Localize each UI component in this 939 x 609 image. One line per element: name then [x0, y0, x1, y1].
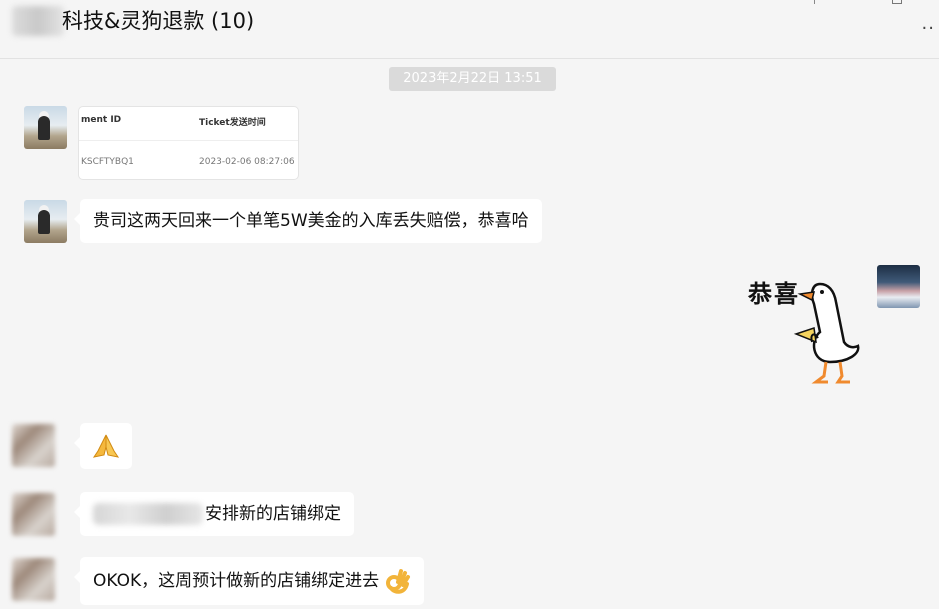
- more-options-icon[interactable]: ··: [922, 18, 935, 39]
- table-header-time: Ticket发送时间: [199, 115, 266, 128]
- avatar[interactable]: [24, 106, 67, 149]
- message-bubble[interactable]: 安排新的店铺绑定: [80, 492, 354, 536]
- blurred-group-prefix: [12, 6, 64, 36]
- avatar[interactable]: [12, 424, 55, 467]
- window-control-mark: [814, 0, 815, 4]
- my-avatar[interactable]: [877, 265, 920, 308]
- avatar[interactable]: [12, 493, 55, 536]
- avatar[interactable]: [24, 200, 67, 243]
- avatar[interactable]: [12, 558, 55, 601]
- message-bubble[interactable]: 贵司这两天回来一个单笔5W美金的入库丢失赔偿，恭喜哈: [80, 199, 542, 243]
- message-text: 贵司这两天回来一个单笔5W美金的入库丢失赔偿，恭喜哈: [93, 211, 529, 231]
- sticker-caption: 恭喜: [748, 274, 800, 309]
- image-message[interactable]: ment ID Ticket发送时间 KSCFTYBQ1 2023-02-06 …: [78, 106, 299, 180]
- table-header-id: ment ID: [81, 115, 121, 125]
- praying-hands-icon: [92, 433, 120, 459]
- chat-title[interactable]: 科技&灵狗退款 (10): [62, 6, 254, 36]
- goose-sticker-icon[interactable]: 恭喜: [740, 262, 870, 392]
- minimize-icon[interactable]: [892, 0, 902, 4]
- message-text: OKOK，这周预计做新的店铺绑定进去: [93, 571, 379, 591]
- ok-hand-icon: [385, 568, 411, 594]
- message-bubble[interactable]: [80, 423, 132, 469]
- message-timestamp: 2023年2月22日 13:51: [389, 67, 556, 91]
- message-text: 安排新的店铺绑定: [205, 504, 341, 524]
- table-cell-id: KSCFTYBQ1: [81, 157, 134, 167]
- divider: [79, 140, 298, 141]
- message-bubble[interactable]: OKOK，这周预计做新的店铺绑定进去: [80, 557, 424, 605]
- blurred-text: [93, 503, 203, 525]
- table-cell-time: 2023-02-06 08:27:06: [199, 157, 295, 167]
- chat-header: 科技&灵狗退款 (10) ··: [0, 0, 939, 59]
